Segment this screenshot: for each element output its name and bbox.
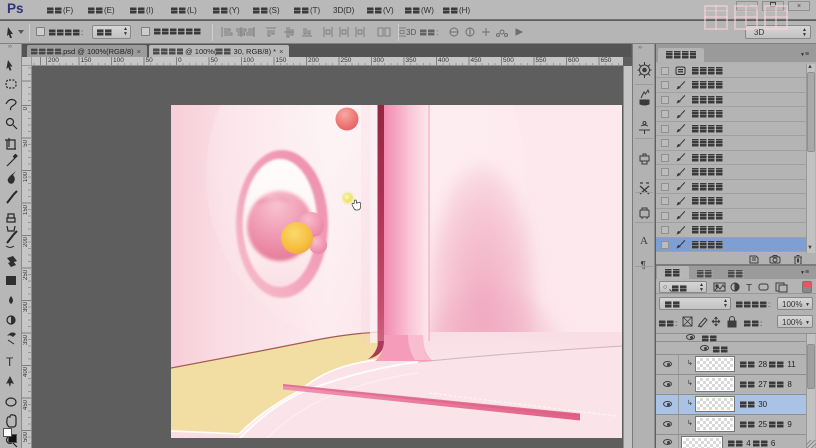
- svg-text:T: T: [6, 355, 14, 369]
- svg-text:A: A: [640, 235, 648, 247]
- svg-text:T: T: [746, 283, 752, 293]
